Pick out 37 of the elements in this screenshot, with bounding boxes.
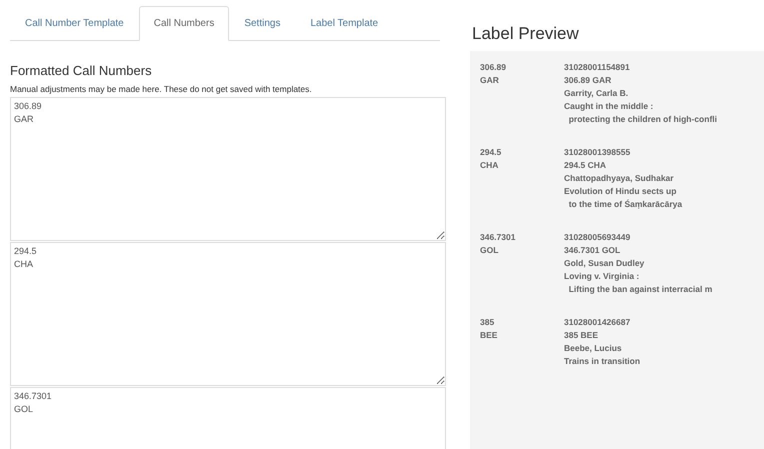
label-line: Beebe, Lucius bbox=[564, 342, 623, 355]
spine-label-text: 294.5 bbox=[480, 146, 502, 159]
label-line: Caught in the middle : bbox=[564, 100, 654, 113]
spine-label-text: GOL bbox=[480, 244, 500, 257]
label-line: 346.7301 GOL bbox=[564, 244, 622, 257]
label-line: Gold, Susan Dudley bbox=[564, 257, 646, 270]
label-line: Evolution of Hindu sects up bbox=[564, 185, 678, 198]
spine-label-text: CHA bbox=[480, 159, 500, 172]
spine-label-text: GAR bbox=[480, 74, 500, 87]
label-line: 31028005693449 bbox=[564, 231, 632, 244]
label-line: Garrity, Carla B. bbox=[564, 87, 630, 100]
tab[interactable]: Call Number Template bbox=[10, 6, 139, 41]
label-line: Lifting the ban against interracial m bbox=[568, 283, 712, 296]
spine-label-text: 346.7301 bbox=[480, 231, 516, 244]
call-number-field[interactable]: 346.7301 GOL bbox=[10, 387, 446, 449]
label-line: 306.89 GAR bbox=[564, 74, 612, 87]
label-line: Trains in transition bbox=[564, 355, 640, 368]
label-line: to the time of Śaṃkarācārya bbox=[568, 198, 682, 211]
spine-label-text: BEE bbox=[480, 329, 498, 342]
call-number-field[interactable]: 306.89 GAR bbox=[10, 97, 446, 241]
help-text: Manual adjustments may be made here. These do not get saved with templates. bbox=[10, 84, 313, 94]
label-line: 385 BEE bbox=[564, 329, 600, 342]
label-line: protecting the children of high-confli bbox=[568, 113, 717, 126]
label-line: Chattopadhyaya, Sudhakar bbox=[564, 172, 675, 185]
tab[interactable]: Settings bbox=[229, 6, 296, 41]
section-heading: Formatted Call Numbers bbox=[10, 63, 153, 78]
spine-label-text: 385 bbox=[480, 316, 496, 329]
label-line: 31028001398555 bbox=[564, 146, 632, 159]
tab[interactable]: Label Template bbox=[295, 6, 394, 41]
label-line: 31028001154891 bbox=[564, 61, 631, 74]
label-line: 31028001426687 bbox=[564, 316, 632, 329]
label-line: Loving v. Virginia : bbox=[564, 270, 640, 283]
tab[interactable]: Call Numbers bbox=[138, 6, 230, 41]
preview-title: Label Preview bbox=[472, 24, 580, 44]
call-number-field[interactable]: 294.5 CHA bbox=[10, 242, 446, 386]
label-line: 294.5 CHA bbox=[564, 159, 608, 172]
spine-label-text: 306.89 bbox=[480, 61, 507, 74]
